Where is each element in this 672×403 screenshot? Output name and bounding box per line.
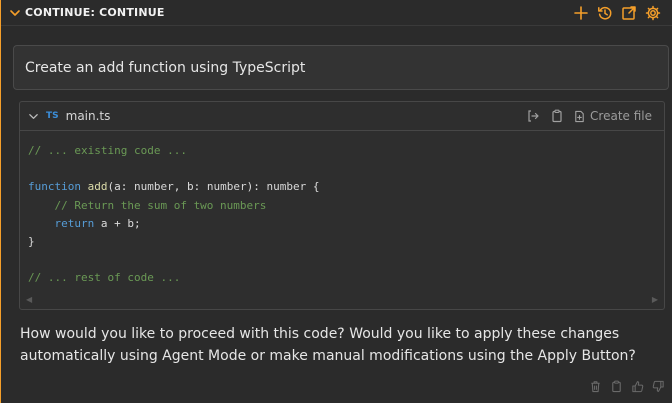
- code-block-header: TS main.ts Create file: [20, 102, 664, 131]
- user-prompt[interactable]: Create an add function using TypeScript: [13, 45, 669, 90]
- horizontal-scrollbar[interactable]: ◀ ▶: [26, 294, 658, 304]
- chevron-down-icon[interactable]: [26, 109, 40, 123]
- thumbs-up-icon[interactable]: [630, 379, 645, 394]
- panel-header: CONTINUE: CONTINUE: [1, 0, 672, 26]
- gear-icon[interactable]: [644, 4, 662, 22]
- insert-at-cursor-icon[interactable]: [525, 109, 540, 124]
- code-line-5: return a + b;: [54, 216, 141, 230]
- message-actions: [588, 379, 666, 394]
- code-line-8: // ... rest of code ...: [28, 271, 181, 285]
- history-icon[interactable]: [596, 4, 614, 22]
- continue-panel: CONTINUE: CONTINUE Create an add functio…: [0, 0, 672, 403]
- code-block: TS main.ts Create file // ... existing c…: [19, 101, 665, 310]
- open-external-icon[interactable]: [620, 4, 638, 22]
- code-content[interactable]: // ... existing code ... function add(a:…: [20, 131, 664, 288]
- plus-icon[interactable]: [572, 4, 590, 22]
- trash-icon[interactable]: [588, 379, 603, 394]
- scroll-left-icon[interactable]: ◀: [26, 295, 32, 304]
- code-line-4: // Return the sum of two numbers: [28, 198, 267, 212]
- code-line-6: }: [28, 235, 35, 249]
- create-file-label: Create file: [590, 109, 652, 123]
- thumbs-down-icon[interactable]: [651, 379, 666, 394]
- panel-title: CONTINUE: CONTINUE: [25, 6, 165, 19]
- create-file-button[interactable]: Create file: [573, 109, 652, 123]
- code-block-toolbar: Create file: [525, 109, 652, 124]
- code-line-3: function add(a: number, b: number): numb…: [28, 180, 320, 194]
- typescript-badge: TS: [46, 111, 59, 121]
- header-toolbar: [572, 4, 662, 22]
- scroll-right-icon[interactable]: ▶: [652, 295, 658, 304]
- code-line-1: // ... existing code ...: [28, 144, 187, 157]
- file-add-icon: [573, 110, 586, 123]
- copy-icon[interactable]: [549, 109, 564, 124]
- assistant-message: How would you like to proceed with this …: [20, 326, 636, 364]
- user-prompt-text: Create an add function using TypeScript: [25, 59, 306, 76]
- copy-icon[interactable]: [609, 379, 624, 394]
- chevron-down-icon[interactable]: [7, 5, 23, 21]
- code-filename[interactable]: main.ts: [66, 109, 111, 123]
